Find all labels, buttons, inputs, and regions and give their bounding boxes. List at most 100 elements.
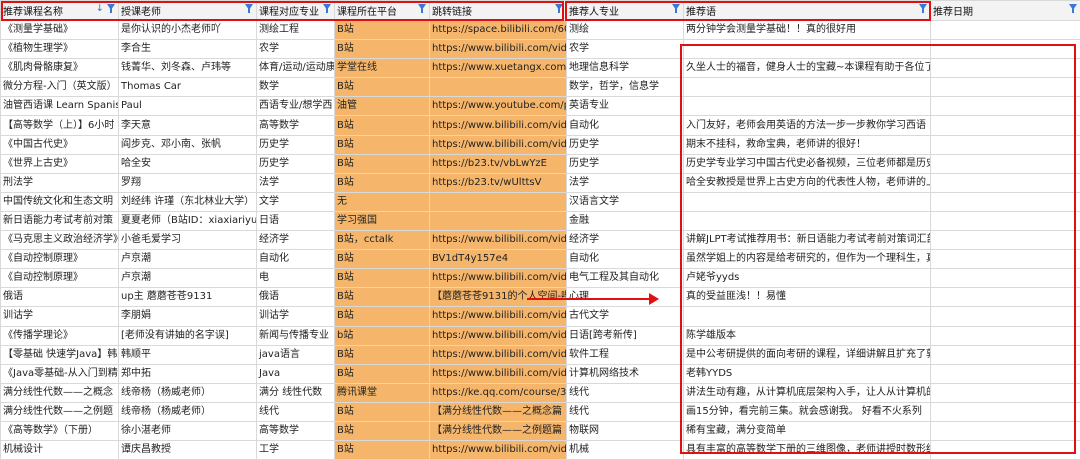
table-cell[interactable] [931, 250, 1080, 269]
table-cell[interactable]: 《Java零基础-从入门到精 [1, 364, 119, 383]
table-cell[interactable] [931, 97, 1080, 116]
table-cell[interactable]: 线帝杨（杨威老师） [119, 383, 257, 402]
table-cell[interactable]: 老韩YYDS [684, 364, 931, 383]
table-cell[interactable]: 《肌肉骨骼康复》 [1, 59, 119, 78]
table-cell[interactable]: B站 [335, 154, 430, 173]
table-cell[interactable]: 【高等数学（上）】6小时 [1, 116, 119, 135]
table-cell[interactable] [931, 21, 1080, 40]
sort-arrow-icon[interactable]: ↓ [96, 3, 104, 14]
table-cell[interactable]: 油管 [335, 97, 430, 116]
table-cell[interactable]: B站 [335, 173, 430, 192]
table-cell[interactable]: 小爸毛爱学习 [119, 231, 257, 250]
table-cell[interactable]: 罗翔 [119, 173, 257, 192]
table-cell[interactable]: 《马克思主义政治经济学》 [1, 231, 119, 250]
table-cell[interactable]: 历史学 [257, 154, 335, 173]
filter-icon[interactable] [919, 4, 927, 10]
table-cell[interactable] [931, 288, 1080, 307]
table-cell[interactable]: 李合生 [119, 40, 257, 59]
table-cell[interactable]: 卢京潮 [119, 250, 257, 269]
table-cell[interactable]: 线代 [567, 383, 684, 402]
table-cell[interactable]: B站 [335, 21, 430, 40]
table-cell[interactable]: up主 蘑蘑苍苍9131 [119, 288, 257, 307]
table-cell[interactable]: 谭庆昌教授 [119, 441, 257, 460]
table-cell[interactable]: 日语[跨考新传] [567, 326, 684, 345]
table-cell[interactable]: 哈全安 [119, 154, 257, 173]
table-cell[interactable]: 历史学 [567, 154, 684, 173]
table-cell[interactable] [931, 135, 1080, 154]
table-cell[interactable] [684, 78, 931, 97]
table-cell[interactable]: 西语专业/想学西 [257, 97, 335, 116]
column-header-3[interactable]: 课程所在平台 [335, 1, 430, 21]
table-cell[interactable]: 满分 线性代数 [257, 383, 335, 402]
table-cell[interactable] [684, 40, 931, 59]
table-cell[interactable]: 夏夏老师（B站ID：xiaxiariyu） [119, 211, 257, 230]
table-cell[interactable]: 历史学 [567, 135, 684, 154]
table-cell[interactable]: 虽然学姐上的内容是给考研究的，但作为一个理科生，真的觉得非常适合期末考试时复 [684, 250, 931, 269]
table-cell[interactable]: 线帝杨（杨威老师） [119, 402, 257, 421]
table-cell[interactable]: https://www.bilibili.com/video [430, 364, 567, 383]
table-cell[interactable]: 地理信息科学 [567, 59, 684, 78]
table-cell[interactable]: 计算机网络技术 [567, 364, 684, 383]
table-cell[interactable]: 韩顺平 [119, 345, 257, 364]
table-cell[interactable]: 体育/运动/运动康 [257, 59, 335, 78]
table-cell[interactable]: https://www.bilibili.com/video [430, 116, 567, 135]
table-cell[interactable]: B站 [335, 364, 430, 383]
table-cell[interactable]: B站 [335, 441, 430, 460]
table-cell[interactable]: 《测量学基础》 [1, 21, 119, 40]
table-cell[interactable]: 自动化 [567, 250, 684, 269]
table-cell[interactable]: https://www.bilibili.com/video [430, 345, 567, 364]
table-cell[interactable]: 测绘 [567, 21, 684, 40]
table-cell[interactable]: B站 [335, 40, 430, 59]
table-cell[interactable]: https://b23.tv/wUlttsV [430, 173, 567, 192]
table-cell[interactable]: 阎步克、邓小南、张帆 [119, 135, 257, 154]
table-cell[interactable] [931, 383, 1080, 402]
table-cell[interactable] [931, 154, 1080, 173]
table-cell[interactable]: 自动化 [257, 250, 335, 269]
table-cell[interactable] [931, 116, 1080, 135]
table-cell[interactable]: 哈全安教授是世界上古史方向的代表性人物，老师讲的上古史没那么枯燥，值得观看。 [684, 173, 931, 192]
table-cell[interactable]: https://www.xuetangx.com/cc [430, 59, 567, 78]
filter-icon[interactable] [323, 4, 331, 10]
table-cell[interactable] [931, 326, 1080, 345]
column-header-4[interactable]: 跳转链接 [430, 1, 567, 21]
table-cell[interactable]: 电 [257, 269, 335, 288]
table-cell[interactable]: B站 [335, 269, 430, 288]
column-header-5[interactable]: 推荐人专业 [567, 1, 684, 21]
table-cell[interactable] [430, 78, 567, 97]
table-cell[interactable] [684, 307, 931, 326]
table-cell[interactable] [931, 59, 1080, 78]
table-cell[interactable]: 讲法生动有趣，从计算机底层架构入手，让人从计算机的角度去理解编程的原理，激发 [684, 383, 931, 402]
table-cell[interactable]: 历史学专业学习中国古代史必备视频，三位老师都是历史学大佬，看完之后会对历史学 [684, 154, 931, 173]
table-cell[interactable]: 英语专业 [567, 97, 684, 116]
column-header-7[interactable]: 推荐日期 [931, 1, 1080, 21]
table-cell[interactable]: 训诂学 [257, 307, 335, 326]
table-cell[interactable]: 软件工程 [567, 345, 684, 364]
table-cell[interactable]: 法学 [567, 173, 684, 192]
table-cell[interactable] [931, 364, 1080, 383]
table-cell[interactable] [931, 78, 1080, 97]
table-cell[interactable]: 物联网 [567, 421, 684, 440]
table-cell[interactable]: B站 [335, 78, 430, 97]
filter-icon[interactable] [672, 4, 680, 10]
table-cell[interactable] [931, 307, 1080, 326]
table-cell[interactable]: 线代 [257, 402, 335, 421]
table-cell[interactable]: 【满分线性代数——之例题篇 [430, 421, 567, 440]
table-cell[interactable]: [老师没有讲妯的名字误] [119, 326, 257, 345]
table-cell[interactable]: 李朋娟 [119, 307, 257, 326]
table-cell[interactable]: java语言 [257, 345, 335, 364]
table-cell[interactable]: https://space.bilibili.com/602( [430, 21, 567, 40]
table-cell[interactable]: 《中国古代史》 [1, 135, 119, 154]
table-cell[interactable]: 《传播学理论》 [1, 326, 119, 345]
table-cell[interactable]: Java [257, 364, 335, 383]
table-cell[interactable]: 高等数学 [257, 116, 335, 135]
table-cell[interactable]: 训诂学 [1, 307, 119, 326]
table-cell[interactable]: B站，cctalk [335, 231, 430, 250]
table-cell[interactable]: 历史学 [257, 135, 335, 154]
table-cell[interactable] [931, 269, 1080, 288]
table-cell[interactable]: 金融 [567, 211, 684, 230]
table-cell[interactable] [430, 211, 567, 230]
table-cell[interactable] [684, 97, 931, 116]
table-cell[interactable]: b站 [335, 326, 430, 345]
table-cell[interactable]: 徐小湛老师 [119, 421, 257, 440]
table-cell[interactable]: https://www.youtube.com/pla [430, 97, 567, 116]
